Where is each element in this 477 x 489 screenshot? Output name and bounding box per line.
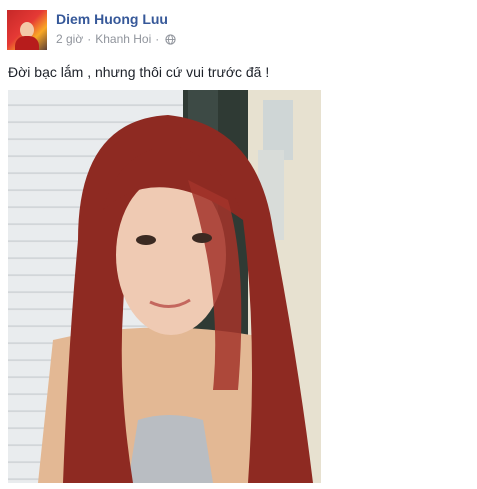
avatar-body: [15, 36, 39, 50]
post-meta: 2 giờ · Khanh Hoi ·: [56, 32, 176, 46]
author-name-link[interactable]: Diem Huong Luu: [56, 11, 168, 27]
post-photo[interactable]: [8, 90, 321, 483]
meta-separator: ·: [87, 32, 92, 46]
post-location-link[interactable]: Khanh Hoi: [95, 32, 151, 46]
post-caption: Đời bạc lắm , nhưng thôi cứ vui trước đã…: [8, 64, 270, 80]
facebook-post: Diem Huong Luu 2 giờ · Khanh Hoi · Đời b…: [0, 0, 477, 489]
globe-icon[interactable]: [165, 33, 176, 45]
meta-separator-2: ·: [155, 32, 160, 46]
post-timestamp-link[interactable]: 2 giờ: [56, 32, 83, 46]
photo-illustration: [38, 90, 321, 483]
author-avatar[interactable]: [7, 10, 47, 50]
